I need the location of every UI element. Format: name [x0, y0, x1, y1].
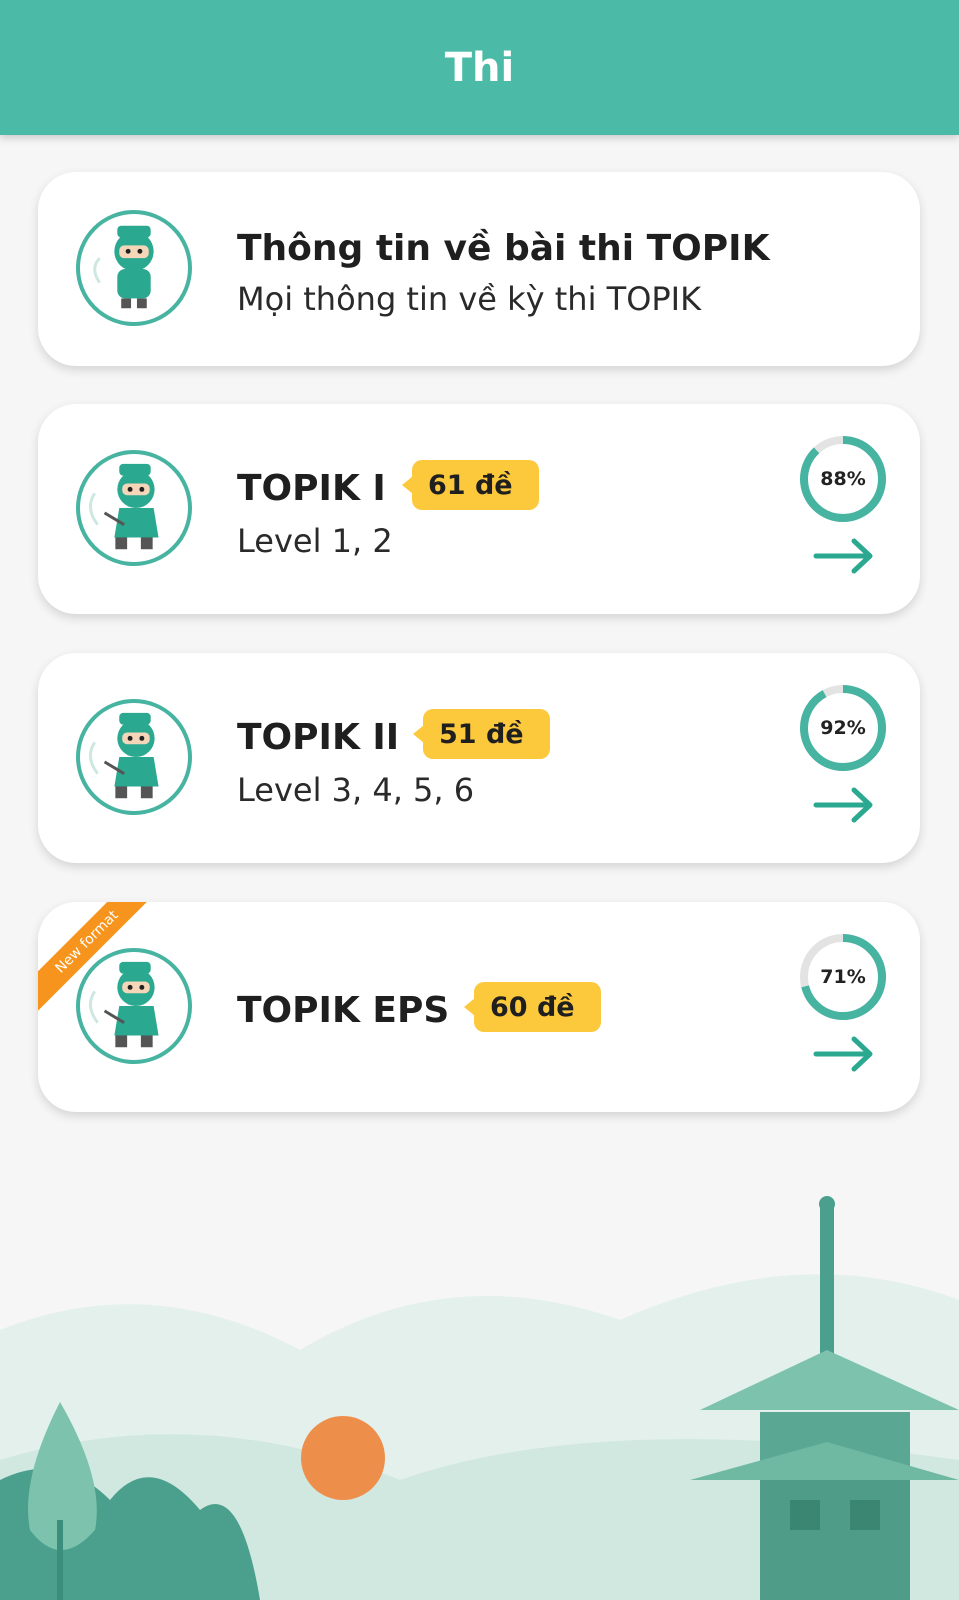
exam-card-topik-1[interactable]: TOPIK I 61 đề Level 1, 2 88%	[38, 404, 920, 614]
exam-title: TOPIK II	[237, 717, 400, 758]
page-title: Thi	[444, 44, 515, 91]
ninja-mascot-icon	[76, 210, 192, 326]
progress-ring: 71%	[798, 932, 888, 1022]
background-scenery	[0, 1196, 959, 1600]
ninja-mascot-icon	[76, 948, 192, 1064]
arrow-right-icon[interactable]	[812, 1034, 876, 1074]
exam-card-topik-eps[interactable]: New format TOPIK EPS 60 đề 71%	[38, 902, 920, 1112]
progress-ring: 92%	[798, 683, 888, 773]
progress-percent: 71%	[820, 966, 866, 988]
exam-title: TOPIK EPS	[237, 990, 450, 1031]
exam-count-badge: 61 đề	[402, 460, 539, 510]
exam-count-badge: 51 đề	[413, 709, 550, 759]
arrow-right-icon[interactable]	[812, 785, 876, 825]
info-card-title: Thông tin về bài thi TOPIK	[237, 228, 770, 269]
arrow-right-icon[interactable]	[812, 536, 876, 576]
info-card-subtitle: Mọi thông tin về kỳ thi TOPIK	[237, 280, 702, 318]
ninja-mascot-icon	[76, 699, 192, 815]
progress-percent: 88%	[820, 468, 866, 490]
exam-count-badge: 60 đề	[464, 982, 601, 1032]
topik-info-card[interactable]: Thông tin về bài thi TOPIK Mọi thông tin…	[38, 172, 920, 366]
progress-ring: 88%	[798, 434, 888, 524]
exam-level: Level 1, 2	[237, 522, 393, 560]
exam-title: TOPIK I	[237, 468, 386, 509]
exam-level: Level 3, 4, 5, 6	[237, 771, 475, 809]
app-header: Thi	[0, 0, 959, 135]
ninja-mascot-icon	[76, 450, 192, 566]
progress-percent: 92%	[820, 717, 866, 739]
exam-card-topik-2[interactable]: TOPIK II 51 đề Level 3, 4, 5, 6 92%	[38, 653, 920, 863]
